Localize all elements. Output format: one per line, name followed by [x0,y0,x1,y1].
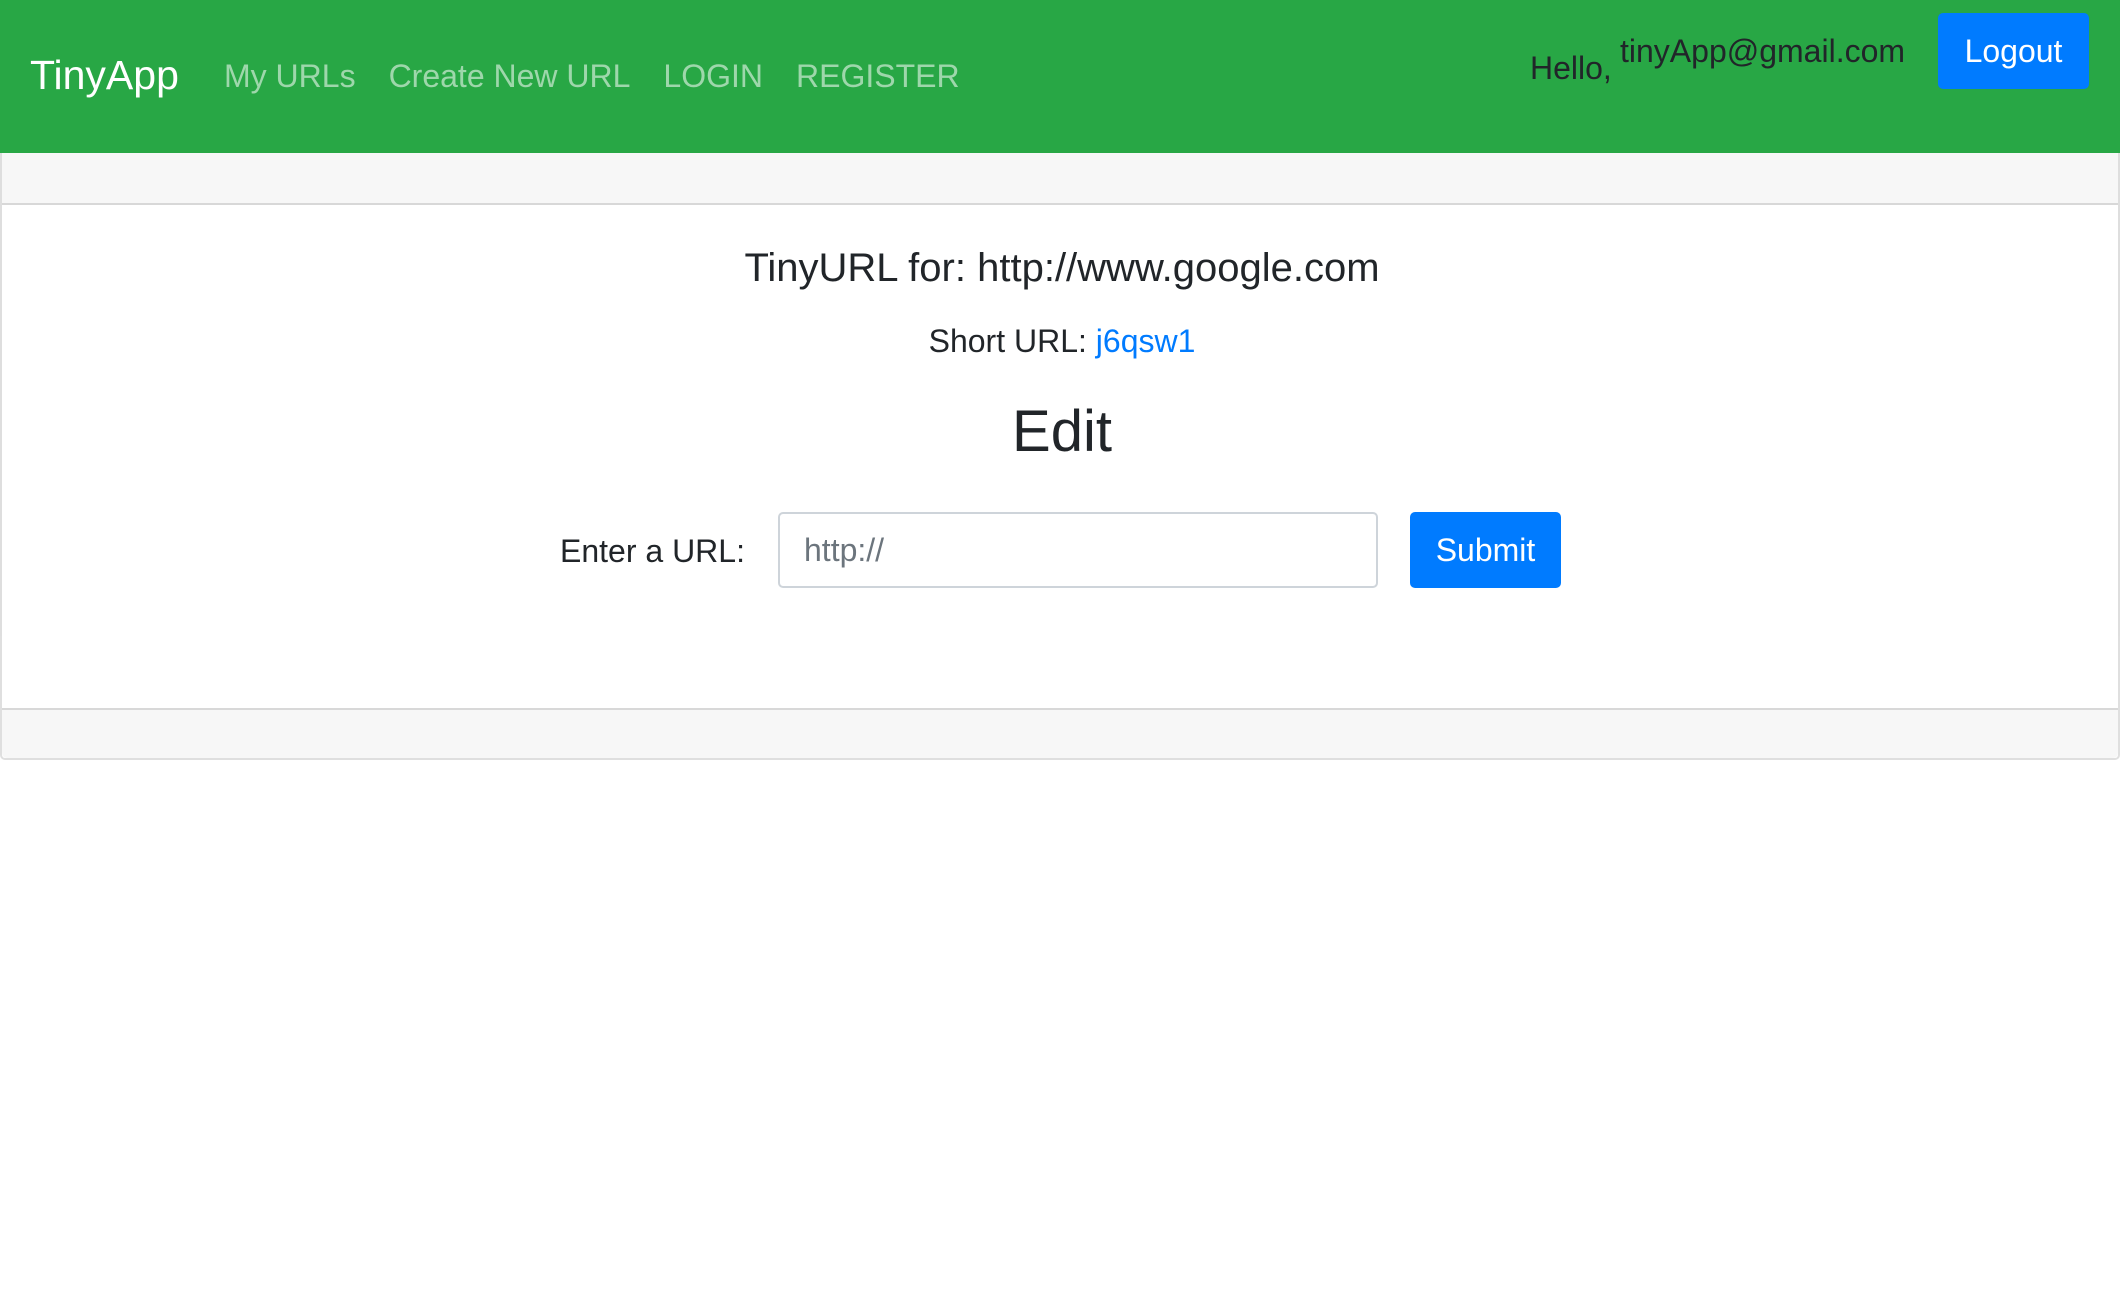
submit-button[interactable]: Submit [1410,512,1561,588]
hello-label: Hello, [1530,50,1612,86]
url-card: TinyURL for: http://www.google.com Short… [0,153,2120,760]
long-url: http://www.google.com [977,246,1380,290]
brand-link[interactable]: TinyApp [30,50,179,100]
title-prefix: TinyURL for: [744,246,966,290]
card-title: TinyURL for: http://www.google.com [2,243,2120,293]
logout-button[interactable]: Logout [1938,13,2089,89]
user-email: tinyApp@gmail.com [1620,33,1906,69]
nav-link-my-urls[interactable]: My URLs [224,54,356,98]
short-url-link[interactable]: j6qsw1 [1096,323,1196,359]
card-footer [2,708,2118,758]
url-label: Enter a URL: [560,533,745,569]
nav-link-login[interactable]: LOGIN [663,54,763,98]
url-input[interactable] [778,512,1378,588]
card-header [2,153,2118,205]
nav-links: My URLs Create New URL LOGIN REGISTER [224,54,993,98]
short-url-label: Short URL: [928,323,1087,359]
edit-heading: Edit [1012,399,1112,464]
nav-link-create-new-url[interactable]: Create New URL [389,54,631,98]
top-navbar: TinyApp My URLs Create New URL LOGIN REG… [0,0,2120,153]
short-url-line: Short URL: j6qsw1 [2,320,2120,362]
nav-link-register[interactable]: REGISTER [796,54,960,98]
